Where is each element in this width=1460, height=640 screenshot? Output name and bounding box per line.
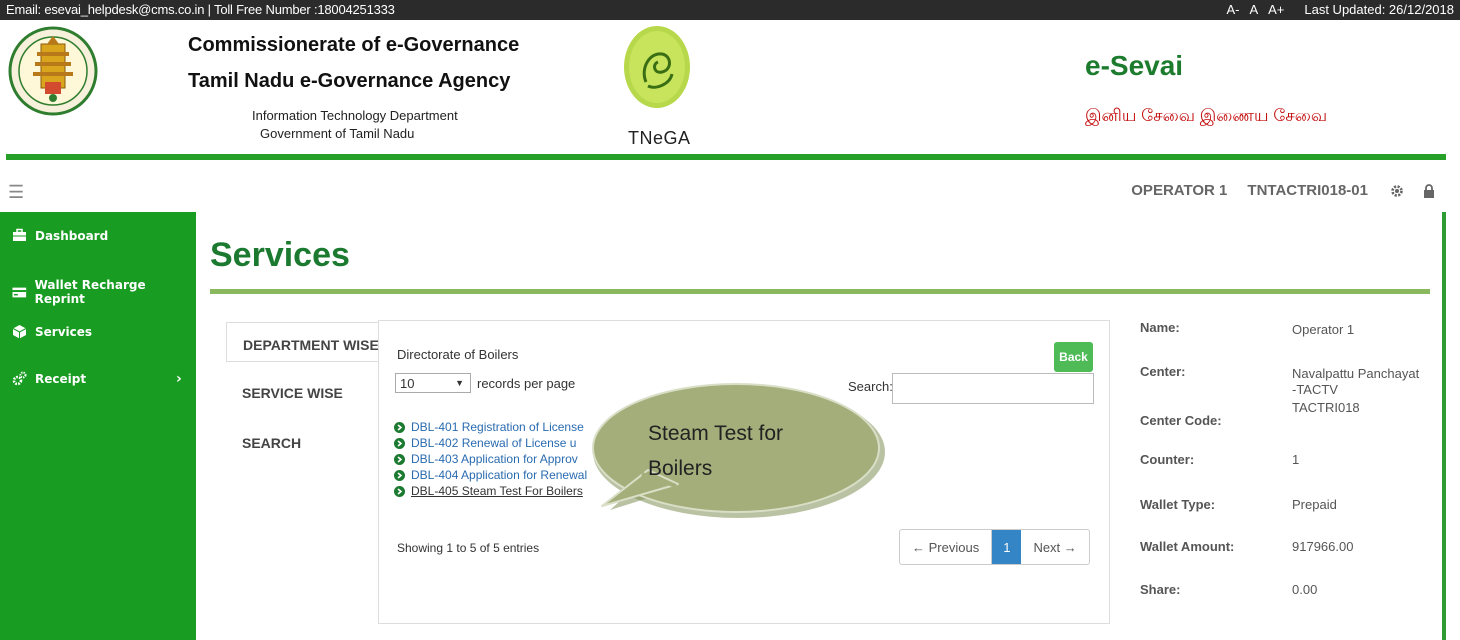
cube-icon — [12, 325, 27, 339]
callout-line: Boilers — [648, 457, 713, 480]
info-value: -TACTV — [1292, 382, 1338, 397]
sidebar: Dashboard Wallet Recharge Reprint Servic… — [0, 212, 196, 640]
info-value: Prepaid — [1292, 497, 1337, 512]
list-item: DBL-403 Application for Approv — [394, 451, 587, 467]
user-area: OPERATOR 1 TNTACTRI018-01 — [1131, 182, 1436, 199]
info-value: 917966.00 — [1292, 539, 1354, 554]
info-label: Share: — [1140, 582, 1181, 597]
arrow-circle-icon — [394, 485, 405, 497]
info-value: 1 — [1292, 452, 1300, 467]
page-1-button[interactable]: 1 — [992, 530, 1022, 564]
chevron-right-icon: › — [176, 370, 182, 387]
tamil-tagline: இனிய சேவை இணைய சேவை — [1085, 106, 1328, 125]
department-name: Directorate of Boilers — [397, 347, 519, 362]
list-item: DBL-401 Registration of License — [394, 419, 587, 435]
last-updated: Last Updated: 26/12/2018 — [1304, 2, 1454, 17]
menu-toggle-icon[interactable]: ☰ — [8, 182, 24, 203]
org-name-line1: Commissionerate of e-Governance — [188, 34, 520, 56]
sidebar-item-dashboard[interactable]: Dashboard — [12, 228, 108, 243]
info-label: Center: — [1140, 364, 1186, 379]
site-header: Commissionerate of e-Governance Tamil Na… — [0, 20, 1460, 154]
right-border — [1442, 212, 1446, 640]
sidebar-item-wallet-recharge-reprint[interactable]: Wallet Recharge Reprint — [12, 278, 196, 306]
tamil-nadu-emblem-icon — [8, 26, 98, 116]
callout-text: Steam Test for Boilers — [648, 416, 783, 486]
font-decrease-button[interactable]: A- — [1226, 2, 1239, 17]
page-length-control: 10 ▼ records per page — [395, 373, 575, 393]
brand-title: e-Sevai — [1085, 50, 1184, 81]
arrow-circle-icon — [394, 437, 405, 449]
top-right-controls: A- A A+ Last Updated: 26/12/2018 — [1226, 2, 1454, 17]
service-list: DBL-401 Registration of License DBL-402 … — [394, 419, 587, 499]
info-value: 0.00 — [1292, 582, 1318, 597]
info-label: Wallet Type: — [1140, 497, 1216, 512]
service-link[interactable]: DBL-404 Application for Renewal — [411, 468, 587, 482]
back-button[interactable]: Back — [1054, 342, 1093, 372]
briefcase-icon — [13, 228, 26, 241]
contact-info: Email: esevai_helpdesk@cms.co.in | Toll … — [6, 2, 395, 17]
records-per-page-label: records per page — [477, 375, 576, 391]
org-government: Government of Tamil Nadu — [260, 126, 415, 141]
service-link[interactable]: DBL-402 Renewal of License u — [411, 436, 576, 450]
card-icon — [12, 287, 27, 297]
info-label: Name: — [1140, 320, 1180, 335]
font-normal-button[interactable]: A — [1249, 2, 1258, 17]
top-navbar: ☰ OPERATOR 1 TNTACTRI018-01 — [0, 160, 1460, 212]
operator-name: OPERATOR 1 — [1131, 182, 1228, 199]
page-title: Services — [210, 236, 350, 274]
sidebar-item-label: Wallet Recharge Reprint — [34, 278, 146, 306]
list-item: DBL-405 Steam Test For Boilers — [394, 483, 587, 499]
lock-icon[interactable] — [1422, 183, 1436, 198]
org-department: Information Technology Department — [252, 108, 458, 123]
org-name-line2: Tamil Nadu e-Governance Agency — [188, 70, 511, 92]
dropdown-arrow-icon: ▼ — [455, 378, 464, 388]
sidebar-item-receipt[interactable]: Receipt › — [12, 371, 182, 387]
arrow-circle-icon — [394, 453, 405, 465]
title-underline — [210, 289, 1430, 294]
callout-line: Steam Test for — [648, 422, 784, 445]
previous-page-button[interactable]: ← Previous — [900, 530, 993, 564]
info-value: TACTRI018 — [1292, 400, 1360, 415]
cogs-icon — [12, 371, 27, 386]
list-item: DBL-404 Application for Renewal — [394, 467, 587, 483]
tab-search[interactable]: SEARCH — [226, 422, 380, 462]
page-length-value: 10 — [400, 375, 415, 391]
info-label: Counter: — [1140, 452, 1195, 467]
sidebar-item-label: Dashboard — [35, 228, 109, 243]
service-tabs: DEPARTMENT WISE SERVICE WISE SEARCH — [226, 322, 380, 482]
tab-department-wise[interactable]: DEPARTMENT WISE — [226, 322, 380, 362]
pagination: ← Previous 1 Next → — [899, 529, 1090, 565]
next-page-button[interactable]: Next → — [1021, 530, 1088, 564]
service-link[interactable]: DBL-405 Steam Test For Boilers — [411, 484, 583, 498]
settings-gear-icon[interactable] — [1390, 184, 1404, 198]
info-label: Wallet Amount: — [1140, 539, 1235, 554]
service-link[interactable]: DBL-403 Application for Approv — [411, 452, 578, 466]
service-link[interactable]: DBL-401 Registration of License — [411, 420, 584, 434]
arrow-circle-icon — [394, 421, 405, 433]
center-id: TNTACTRI018-01 — [1247, 182, 1368, 199]
entries-info: Showing 1 to 5 of 5 entries — [397, 541, 540, 555]
sidebar-item-label: Services — [35, 324, 93, 339]
tnega-logo-icon — [624, 26, 690, 108]
search-input[interactable] — [892, 373, 1094, 404]
list-item: DBL-402 Renewal of License u — [394, 435, 587, 451]
sidebar-item-label: Receipt — [35, 371, 87, 386]
tnega-label: TNeGA — [628, 128, 691, 148]
page-length-select[interactable]: 10 ▼ — [395, 373, 471, 393]
top-info-bar: Email: esevai_helpdesk@cms.co.in | Toll … — [0, 0, 1460, 20]
info-label: Center Code: — [1140, 413, 1222, 428]
info-value: Operator 1 — [1292, 322, 1355, 337]
tab-service-wise[interactable]: SERVICE WISE — [226, 372, 380, 412]
info-value: Navalpattu Panchayat — [1292, 366, 1420, 381]
font-increase-button[interactable]: A+ — [1268, 2, 1284, 17]
arrow-circle-icon — [394, 469, 405, 481]
sidebar-item-services[interactable]: Services — [12, 324, 92, 339]
